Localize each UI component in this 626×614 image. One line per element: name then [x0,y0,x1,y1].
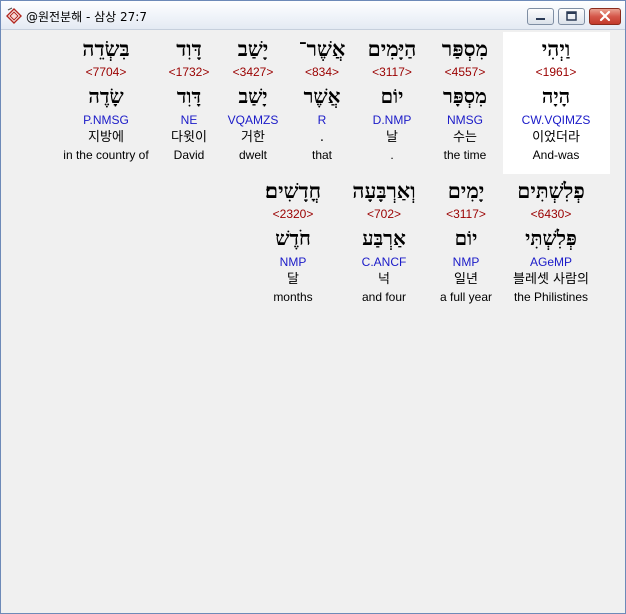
lemma: שָׂדֶה [88,84,124,108]
bible-book-icon[interactable] [5,6,23,24]
korean-gloss: 지방에 [88,130,124,145]
strong-number[interactable]: <3117> [421,206,511,223]
word-cell[interactable]: חֳדָשִׁים׃ <2320> חֹדֶשׁ NMP 달 months [248,176,338,305]
strong-number[interactable]: <702> [339,206,429,223]
strong-number[interactable]: <6430> [506,206,596,223]
korean-gloss: 이었더라 [532,130,580,145]
parsing-code: CW.VQIMZS [521,113,591,127]
hebrew-word: חֳדָשִׁים׃ [264,178,321,203]
parsing-code: C.ANCF [361,255,407,269]
parsing-code: AGeMP [529,255,572,269]
word-cell[interactable]: יָמִים <3117> יוֹם NMP 일년 a full year [421,176,511,305]
strong-number[interactable]: <2320> [248,206,338,223]
lemma: אַרְבַּע [362,226,406,250]
english-gloss: and four [361,290,407,304]
korean-gloss: 일년 [454,272,478,287]
window-title: @원전분해 - 삼상 27:7 [26,10,147,24]
strong-number[interactable]: <1961> [511,64,601,81]
close-icon [599,10,611,22]
word-cell[interactable]: וַיְהִי <1961> הָיָה CW.VQIMZS 이었더라 And-… [511,34,601,163]
maximize-icon [566,11,577,21]
parsing-code: NE [180,113,198,127]
parsing-code: NMP [279,255,307,269]
hebrew-word: יָמִים [447,178,485,203]
parsing-code: NMP [452,255,480,269]
lemma: פְּלִשְׁתִּי [525,226,577,250]
word-cell[interactable]: וְאַרְבָּעָה <702> אַרְבַּע C.ANCF 넉 and… [339,176,429,305]
parsing-code: P.NMSG [83,113,129,127]
korean-gloss: 달 [287,272,299,287]
hebrew-word: וַיְהִי [541,36,571,61]
maximize-button[interactable] [558,8,585,25]
lemma: חֹדֶשׁ [275,226,311,250]
english-gloss: the Philistines [513,290,589,304]
close-button[interactable] [589,8,621,25]
english-gloss: months [273,290,313,304]
strong-number[interactable]: <1732> [144,64,234,81]
word-cell[interactable]: פְלִשְׁתִּים <6430> פְּלִשְׁתִּי AGeMP 블… [506,176,596,305]
title-bar[interactable]: @원전분해 - 삼상 27:7 [1,1,625,30]
hebrew-word: פְלִשְׁתִּים [517,178,585,203]
english-gloss: a full year [439,290,493,304]
lemma: דָּוִד [176,84,202,108]
korean-gloss: 다윗이 [171,130,207,145]
interlinear-panel: וַיְהִי <1961> הָיָה CW.VQIMZS 이었더라 And-… [4,30,621,610]
word-cell[interactable]: בִּשְׂדֵה <7704> שָׂדֶה P.NMSG 지방에 in th… [61,34,151,163]
hebrew-word: בִּשְׂדֵה [82,36,130,61]
minimize-icon [536,18,545,20]
strong-number[interactable]: <7704> [61,64,151,81]
minimize-button[interactable] [527,8,554,25]
english-gloss: And-was [532,148,580,162]
lemma: יוֹם [454,226,478,250]
word-cell[interactable]: דָּוִד <1732> דָּוִד NE 다윗이 David [144,34,234,163]
interlinear-window: @원전분해 - 삼상 27:7 וַיְהִי <1961> הָיָה CW.… [0,0,626,614]
korean-gloss: 블레셋 사람의 [513,272,589,287]
english-gloss: David [173,148,205,162]
hebrew-word: דָּוִד [176,36,202,61]
hebrew-word: וְאַרְבָּעָה [352,178,416,203]
english-gloss: in the country of [63,148,149,162]
korean-gloss: 넉 [378,272,390,287]
lemma: הָיָה [541,84,571,108]
